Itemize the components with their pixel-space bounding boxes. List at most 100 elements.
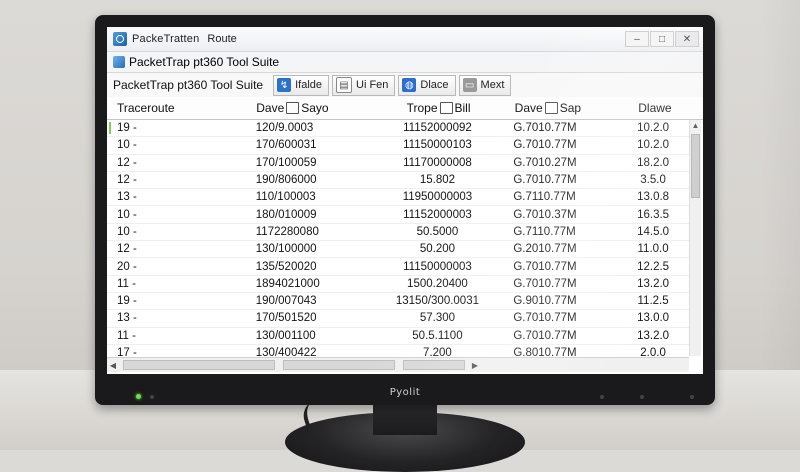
- table-cell: G.2010.77M: [513, 243, 577, 256]
- wall-shadow: [760, 0, 800, 370]
- table-cell: 1172280080: [255, 225, 319, 238]
- table-cell: 180/010009: [255, 208, 317, 221]
- monitor-button[interactable]: [600, 395, 604, 399]
- maximize-button[interactable]: □: [650, 31, 674, 47]
- horizontal-scrollbar[interactable]: ◀ ▶: [107, 357, 689, 372]
- table-row[interactable]: 12 - 130/100000 50.200 G.2010.77M 11.0.0: [107, 241, 689, 259]
- table-row[interactable]: 11 - 130/001100 50.5.1100 G.7010.77M 13.2.0: [107, 328, 689, 345]
- column-sort-icon: [286, 102, 300, 114]
- table-row[interactable]: 13 - 170/501520 57.300 G.7010.77M 13.0.0: [107, 310, 689, 328]
- table-cell: 11150000003: [403, 260, 472, 273]
- monitor-icon: ▭: [462, 78, 477, 92]
- toolbar-button-ifalde[interactable]: ↯ Ifalde: [273, 74, 330, 96]
- table-row[interactable]: 10 - 1172280080 50.5000 G.7110.77M 14.5.0: [107, 224, 689, 242]
- vertical-scrollbar[interactable]: ▲: [689, 120, 701, 356]
- table-cell: G.7010.27M: [513, 156, 577, 169]
- monitor-button[interactable]: [640, 395, 644, 399]
- table-header: Traceroute Dave Sayo Trope Bill Dave Sap…: [107, 97, 703, 120]
- toolbar-button-dlace[interactable]: ◍ Dlace: [398, 74, 456, 96]
- table-cell: G.7010.77M: [513, 312, 577, 325]
- table-row[interactable]: 12 - 190/806000 15.802 G.7010.77M 3.5.0: [107, 172, 689, 190]
- scroll-up-icon[interactable]: ▲: [690, 120, 701, 131]
- table-cell: 135/520020: [255, 260, 317, 273]
- scrollbar-segment: [403, 360, 465, 370]
- column-header-trope[interactable]: Trope Bill: [364, 101, 492, 115]
- table-cell: 120/9.0003: [255, 122, 314, 135]
- column-sort-icon: [544, 102, 558, 114]
- scroll-left-icon[interactable]: ◀: [107, 361, 119, 370]
- table-cell: 190/806000: [255, 174, 317, 187]
- table-cell: 130/100000: [255, 243, 317, 256]
- monitor-brand-logo: Pyolit: [389, 387, 421, 398]
- toolbar-label: PacketTrap pt360 Tool Suite: [113, 78, 264, 92]
- suite-icon: [113, 56, 125, 68]
- menu-bar: PacketTrap pt360 Tool Suite: [107, 52, 703, 73]
- table-cell: 11152000003: [403, 208, 472, 221]
- table-cell: 50.200: [419, 243, 456, 256]
- table-cell: 50.5000: [416, 225, 459, 238]
- monitor-button[interactable]: [150, 395, 154, 399]
- column-header-dave-2[interactable]: Dave Sap: [493, 101, 605, 115]
- monitor-button[interactable]: [690, 395, 694, 399]
- menu-title[interactable]: PacketTrap pt360 Tool Suite: [129, 55, 279, 69]
- table-cell: 170/501520: [255, 312, 317, 325]
- table-cell: 16.3.5: [637, 208, 670, 221]
- column-header-traceroute[interactable]: Traceroute: [107, 101, 234, 115]
- toolbar-button-label: Mext: [480, 79, 505, 91]
- table-cell: 13.0.0: [637, 312, 670, 325]
- table-cell: 10.2.0: [637, 139, 670, 152]
- table-cell: 11950000003: [402, 191, 473, 204]
- table-cell: 10 -: [117, 139, 137, 152]
- column-header-dlawe[interactable]: Dlawe: [605, 101, 691, 115]
- table-cell: G.7010.77M: [513, 122, 577, 135]
- toolbar-button-mext[interactable]: ▭ Mext: [458, 74, 512, 96]
- scroll-right-icon[interactable]: ▶: [469, 361, 481, 370]
- close-button[interactable]: ✕: [675, 31, 699, 47]
- table-cell: 10 -: [117, 225, 137, 238]
- table-cell: 10 -: [117, 208, 137, 221]
- table-cell: 13150/300.0031: [395, 295, 479, 308]
- table-cell: 110/100003: [255, 191, 316, 204]
- column-sort-icon: [439, 102, 453, 114]
- table-cell: G.7110.77M: [513, 191, 576, 204]
- table-cell: 10.2.0: [637, 122, 670, 135]
- table-row[interactable]: 12 - 170/100059 11170000008 G.7010.27M 18.2.…: [107, 155, 689, 172]
- table-cell: 190/007043: [255, 295, 317, 308]
- table-row[interactable]: 20 - 135/520020 11150000003 G.7010.77M 12.2.…: [107, 258, 689, 276]
- table-row[interactable]: 13 - 110/100003 11950000003 G.7110.77M 13.0.…: [107, 189, 689, 207]
- scrollbar-thumb[interactable]: [123, 360, 275, 370]
- table-cell: 170/100059: [255, 156, 317, 169]
- window-controls: – □ ✕: [624, 31, 699, 47]
- table-body: 19 - 120/9.0003 11152000092 G.7010.77M 10.2.…: [107, 120, 689, 363]
- table-cell: 57.300: [419, 312, 456, 325]
- table-row[interactable]: 19 - 120/9.0003 11152000092 G.7010.77M 10.2.…: [107, 120, 689, 138]
- table-row[interactable]: 10 - 180/010009 11152000003 G.7010.37M 16.3.…: [107, 206, 689, 224]
- table-cell: 13.2.0: [637, 329, 670, 342]
- table-cell: G.7010.77M: [513, 260, 577, 273]
- table-cell: 13 -: [117, 312, 137, 325]
- route-icon: ↯: [277, 78, 292, 92]
- scrollbar-segment: [283, 360, 395, 370]
- monitor-stand-neck: [373, 405, 437, 435]
- toolbar-button-label: Ui Fen: [356, 79, 389, 91]
- table-cell: 12 -: [117, 243, 137, 256]
- table-cell: 11170000008: [403, 156, 472, 169]
- toolbar-button-uifen[interactable]: ▤ Ui Fen: [332, 74, 396, 96]
- minimize-button[interactable]: –: [625, 31, 649, 47]
- table-cell: 11152000092: [403, 122, 472, 135]
- table-row[interactable]: 10 - 170/600031 11150000103 G.7010.77M 10.2.…: [107, 137, 689, 155]
- table-cell: G.7010.37M: [513, 208, 577, 221]
- power-led-icon: [136, 394, 141, 399]
- scrollbar-thumb[interactable]: [691, 134, 700, 198]
- table-cell: G.7010.77M: [513, 277, 577, 290]
- table-row[interactable]: 19 - 190/007043 13150/300.0031 G.9010.77M 11…: [107, 293, 689, 311]
- table-cell: 11.2.5: [637, 295, 669, 308]
- table-cell: 12 -: [117, 156, 137, 169]
- table-row[interactable]: 11 - 1894021000 1500.20400 G.7010.77M 13.2.0: [107, 276, 689, 293]
- column-header-dave[interactable]: Dave Sayo: [234, 101, 364, 115]
- table-cell: 13.0.8: [637, 191, 670, 204]
- table-cell: G.9010.77M: [513, 295, 577, 308]
- table-cell: 11 -: [117, 277, 136, 290]
- table-cell: G.7110.77M: [513, 225, 576, 238]
- window-title-sub: Route: [207, 33, 237, 45]
